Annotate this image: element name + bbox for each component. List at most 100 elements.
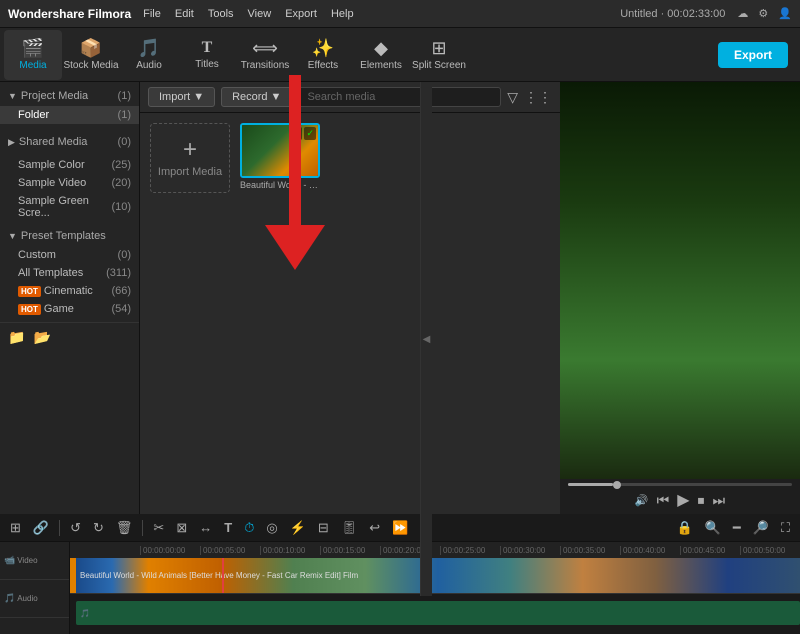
transform-button[interactable]: ↔ bbox=[195, 518, 216, 537]
tool-elements[interactable]: ◆ Elements bbox=[352, 30, 410, 80]
redo-button[interactable]: ↻ bbox=[89, 518, 108, 538]
audio-track: 🎵 bbox=[70, 594, 800, 626]
add-folder-icon[interactable]: 📁 bbox=[8, 329, 25, 346]
plus-icon: + bbox=[183, 138, 197, 162]
tool-titles[interactable]: T Titles bbox=[178, 30, 236, 80]
text-button[interactable]: T bbox=[220, 518, 236, 537]
menu-help[interactable]: Help bbox=[331, 8, 354, 20]
export-button[interactable]: Export bbox=[718, 42, 788, 68]
crop-button[interactable]: ⊠ bbox=[172, 518, 191, 538]
menu-export[interactable]: Export bbox=[285, 8, 317, 20]
snap-button[interactable]: ⊞ bbox=[6, 518, 25, 538]
game-label: Game bbox=[44, 303, 74, 315]
check-icon[interactable]: ✓ bbox=[304, 127, 316, 140]
import-button[interactable]: Import ▼ bbox=[148, 87, 215, 107]
sidebar-header-preset[interactable]: ▼ Preset Templates bbox=[0, 226, 139, 246]
sidebar-item-sample-green[interactable]: Sample Green Scre... (10) bbox=[0, 192, 139, 222]
stop-icon[interactable]: ⏹ bbox=[698, 492, 705, 509]
thumb-label: Beautiful World - Wild A... bbox=[240, 180, 320, 190]
filter-icon[interactable]: ▽ bbox=[507, 89, 518, 106]
tool-audio[interactable]: 🎵 Audio bbox=[120, 30, 178, 80]
user-icon[interactable]: 👤 bbox=[778, 7, 792, 20]
zoom-slider-button[interactable]: ━ bbox=[729, 518, 745, 538]
media-thumbnail[interactable]: ⤢ ✓ Beautiful World - Wild A... bbox=[240, 123, 320, 193]
rotate-button[interactable]: ↩ bbox=[365, 518, 384, 538]
zoom-out-button[interactable]: 🔍 bbox=[701, 518, 725, 538]
record-label: Record bbox=[232, 91, 267, 103]
toolbar-separator-1 bbox=[59, 520, 60, 536]
grid-icon[interactable]: ⋮⋮ bbox=[524, 89, 552, 106]
menu-tools[interactable]: Tools bbox=[208, 8, 234, 20]
ruler-8: 00:00:40:00 bbox=[620, 546, 680, 555]
import-media-placeholder[interactable]: + Import Media bbox=[150, 123, 230, 193]
tool-transitions[interactable]: ⟺ Transitions bbox=[236, 30, 294, 80]
lock-button[interactable]: 🔒 bbox=[673, 518, 697, 538]
tool-titles-label: Titles bbox=[195, 59, 219, 70]
ruler-5: 00:00:25:00 bbox=[440, 546, 500, 555]
sidebar-item-sample-color[interactable]: Sample Color (25) bbox=[0, 156, 139, 174]
track-area: 00:00:00:00 00:00:05:00 00:00:10:00 00:0… bbox=[70, 542, 800, 634]
sidebar-project-media-count: (1) bbox=[118, 90, 131, 102]
import-label: Import bbox=[159, 91, 190, 103]
cloud-icon[interactable]: ☁ bbox=[737, 7, 748, 20]
preview-progress-bar[interactable] bbox=[568, 483, 792, 486]
hot-badge-game: HOT bbox=[18, 304, 41, 315]
skip-back-icon[interactable]: ⏮ bbox=[657, 492, 670, 509]
thumb-box: ⤢ ✓ bbox=[240, 123, 320, 178]
topbar-icons: ☁ ⚙ 👤 bbox=[737, 7, 792, 20]
search-input[interactable] bbox=[298, 87, 501, 107]
mask-button[interactable]: ◎ bbox=[262, 518, 281, 538]
video-track: Beautiful World - Wild Animals [Better H… bbox=[70, 558, 800, 594]
skip-forward-icon[interactable]: ⏭ bbox=[713, 492, 726, 509]
folder-icon[interactable]: 📂 bbox=[33, 329, 50, 346]
expand-icon[interactable]: ⤢ bbox=[291, 127, 302, 140]
media-panel: Import ▼ Record ▼ ▽ ⋮⋮ bbox=[140, 82, 560, 514]
video-track-label: Video bbox=[17, 556, 37, 565]
audio-adjust-button[interactable]: 🎚 bbox=[337, 518, 362, 538]
game-count: (54) bbox=[111, 303, 131, 315]
zoom-in-button[interactable]: 🔎 bbox=[749, 518, 773, 538]
menu-view[interactable]: View bbox=[248, 8, 272, 20]
timer-button[interactable]: ⏱ bbox=[240, 518, 258, 538]
playback-controls: 🔊 ⏮ ▶ ⏹ ⏭ bbox=[568, 490, 792, 510]
audio-track-label: Audio bbox=[17, 594, 37, 603]
menu-file[interactable]: File bbox=[143, 8, 161, 20]
sidebar-item-game[interactable]: HOT Game (54) bbox=[0, 300, 139, 318]
timeline-toolbar: ⊞ 🔗 ↺ ↻ 🗑 ✂ ⊠ ↔ T ⏱ ◎ ⚡ ⊟ 🎚 ↩ ⏩ ⋯ 🔒 🔍 ━ … bbox=[0, 514, 800, 542]
chevron-right-icon: ▶ bbox=[8, 137, 15, 148]
menu-edit[interactable]: Edit bbox=[175, 8, 194, 20]
elements-icon: ◆ bbox=[374, 39, 388, 57]
sidebar-header-project-media[interactable]: ▼ Project Media (1) bbox=[0, 86, 139, 106]
delete-button[interactable]: 🗑 bbox=[112, 518, 137, 538]
speed-button[interactable]: ⏩ bbox=[388, 518, 412, 538]
record-button[interactable]: Record ▼ bbox=[221, 87, 292, 107]
filter-icons: ▽ ⋮⋮ bbox=[507, 89, 552, 106]
panel-collapse-handle[interactable]: ◀ bbox=[420, 82, 432, 596]
sidebar-item-cinematic[interactable]: HOT Cinematic (66) bbox=[0, 282, 139, 300]
preview-controls: 🔊 ⏮ ▶ ⏹ ⏭ bbox=[560, 479, 800, 514]
sidebar-item-custom[interactable]: Custom (0) bbox=[0, 246, 139, 264]
chevron-down-icon: ▼ bbox=[8, 91, 17, 101]
toolbar-separator-2 bbox=[142, 520, 143, 536]
magnet-icon-button[interactable]: 🔗 bbox=[29, 518, 53, 538]
ai-button[interactable]: ⚡ bbox=[286, 518, 310, 538]
video-clip[interactable]: Beautiful World - Wild Animals [Better H… bbox=[76, 558, 800, 593]
sidebar-header-shared-media[interactable]: ▶ Shared Media (0) bbox=[0, 132, 139, 152]
volume-icon[interactable]: 🔊 bbox=[635, 494, 649, 507]
undo-button[interactable]: ↺ bbox=[66, 518, 85, 538]
fit-button[interactable]: ⛶ bbox=[777, 518, 794, 538]
transitions-icon: ⟺ bbox=[252, 39, 278, 57]
tool-stock-media[interactable]: 📦 Stock Media bbox=[62, 30, 120, 80]
cut-button[interactable]: ✂ bbox=[149, 518, 168, 538]
sidebar-item-all-templates[interactable]: All Templates (311) bbox=[0, 264, 139, 282]
play-icon[interactable]: ▶ bbox=[677, 490, 689, 510]
sidebar-item-sample-video[interactable]: Sample Video (20) bbox=[0, 174, 139, 192]
playhead[interactable] bbox=[222, 558, 224, 593]
sidebar-item-folder[interactable]: Folder (1) bbox=[0, 106, 139, 124]
tool-effects[interactable]: ✨ Effects bbox=[294, 30, 352, 80]
audio-clip[interactable]: 🎵 bbox=[76, 601, 800, 625]
settings-icon[interactable]: ⚙ bbox=[758, 7, 768, 20]
tool-split-screen[interactable]: ⊞ Split Screen bbox=[410, 30, 468, 80]
tool-media[interactable]: 🎬 Media bbox=[4, 30, 62, 80]
split-button[interactable]: ⊟ bbox=[314, 518, 333, 538]
